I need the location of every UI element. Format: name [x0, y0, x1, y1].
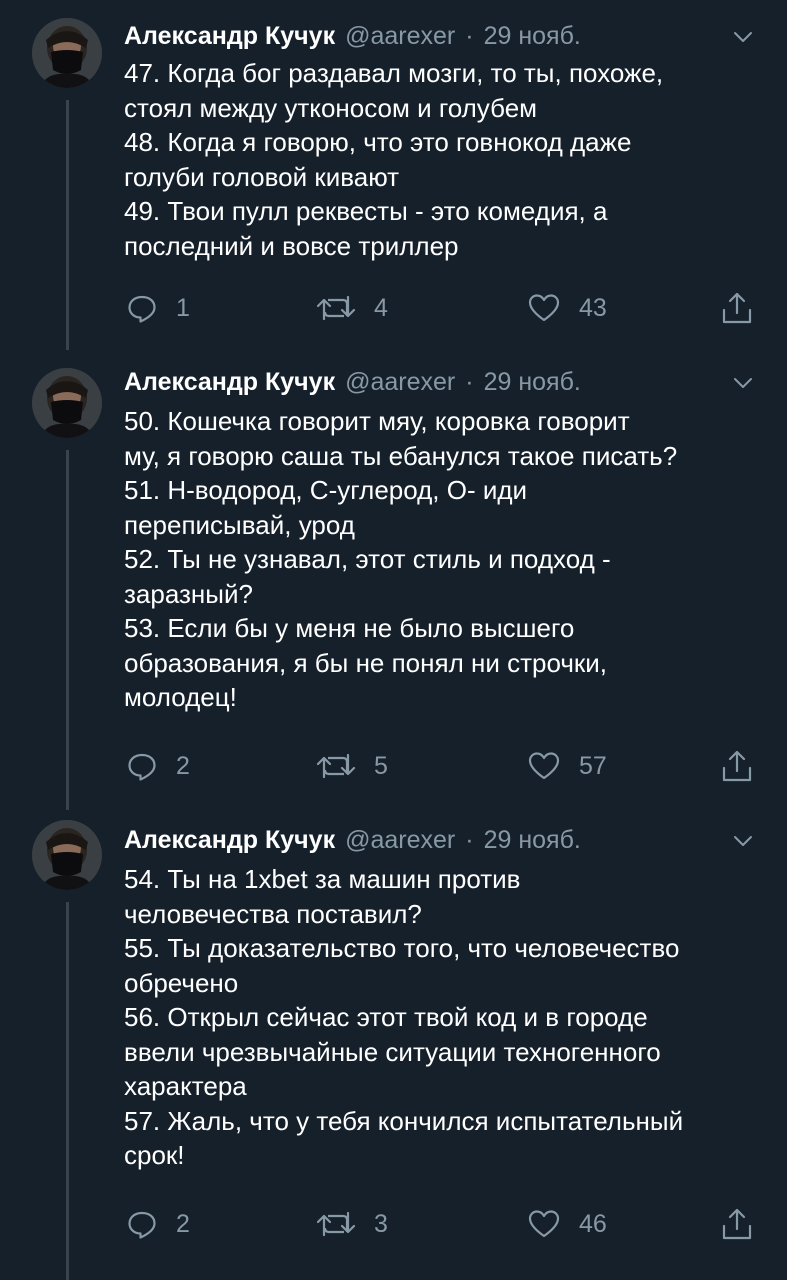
author-name[interactable]: Александр Кучук [124, 22, 335, 51]
tweet-text-line: 50. Кошечка говорит мяу, коровка говорит [124, 406, 630, 436]
tweet-actions: 2 5 57 [124, 746, 764, 786]
heart-icon [528, 1210, 560, 1238]
author-name[interactable]: Александр Кучук [124, 368, 335, 397]
reply-button[interactable]: 2 [126, 746, 190, 786]
share-button[interactable] [720, 1204, 754, 1244]
retweet-button[interactable]: 4 [316, 288, 388, 328]
reply-count: 2 [176, 751, 190, 780]
like-count: 57 [579, 751, 607, 780]
thread-line [66, 902, 69, 1280]
reply-button[interactable]: 2 [126, 1204, 190, 1244]
tweet-text-line: 56. Открыл сейчас этот твой код и в горо… [124, 1002, 648, 1032]
tweet-text: 50. Кошечка говорит мяу, коровка говорит… [124, 404, 764, 715]
author-name[interactable]: Александр Кучук [124, 826, 335, 855]
tweet-text-line: переписывай, урод [124, 509, 355, 540]
reply-icon [128, 1211, 156, 1239]
like-button[interactable]: 43 [527, 288, 607, 328]
tweet-text-line: обречено [124, 967, 239, 998]
separator-dot: · [465, 21, 474, 50]
retweet-icon [316, 753, 356, 779]
share-icon [722, 750, 752, 782]
tweet-text-line: 48. Когда я говорю, что это говнокод даж… [124, 127, 632, 157]
avatar[interactable] [32, 368, 102, 438]
tweet-header: Александр Кучук @aarexer · 29 нояб. [124, 18, 581, 54]
chevron-down-icon[interactable] [730, 370, 756, 396]
tweet-text-line: заразный? [124, 578, 253, 609]
separator-dot: · [465, 825, 474, 854]
tweet-text-line: му, я говорю саша ты ебанулся такое писа… [124, 440, 678, 471]
tweet-actions: 1 4 43 [124, 288, 764, 328]
tweet-text-line: молодец! [124, 682, 237, 712]
like-count: 43 [579, 293, 607, 322]
like-count: 46 [579, 1209, 607, 1238]
chevron-down-icon[interactable] [730, 828, 756, 854]
reply-count: 2 [176, 1209, 190, 1238]
tweet-header: Александр Кучук @aarexer · 29 нояб. [124, 364, 581, 400]
retweet-icon [316, 295, 356, 321]
tweet-text-line: характера [124, 1071, 247, 1101]
tweet-text: 47. Когда бог раздавал мозги, то ты, пох… [124, 56, 764, 263]
author-handle[interactable]: @aarexer [345, 826, 455, 855]
tweet-header: Александр Кучук @aarexer · 29 нояб. [124, 822, 581, 858]
retweet-count: 3 [374, 1209, 388, 1238]
heart-icon [528, 294, 560, 322]
share-icon [722, 1208, 752, 1240]
tweet-date[interactable]: 29 нояб. [484, 368, 581, 397]
retweet-count: 4 [374, 293, 388, 322]
reply-count: 1 [176, 293, 190, 322]
tweet-text-line: 47. Когда бог раздавал мозги, то ты, пох… [124, 58, 664, 88]
tweet-text-line: 51. Н-водород, С-углерод, О- иди [124, 475, 528, 505]
avatar[interactable] [32, 18, 102, 88]
chevron-down-icon[interactable] [730, 24, 756, 50]
share-icon [722, 292, 752, 324]
reply-icon [128, 753, 156, 781]
tweet-text-line: ввели чрезвычайные ситуации техногенного [124, 1036, 661, 1067]
reply-icon [128, 295, 156, 323]
author-handle[interactable]: @aarexer [345, 22, 455, 51]
tweet-text-line: последний и вовсе триллер [124, 230, 459, 261]
like-button[interactable]: 46 [527, 1204, 607, 1244]
tweet-date[interactable]: 29 нояб. [484, 826, 581, 855]
tweet-text-line: стоял между утконосом и голубем [124, 92, 538, 123]
tweet-actions: 2 3 46 [124, 1204, 764, 1244]
heart-icon [528, 752, 560, 780]
share-button[interactable] [720, 746, 754, 786]
thread-line [66, 100, 69, 350]
tweet-text-line: 57. Жаль, что у тебя кончился испытатель… [124, 1105, 684, 1136]
tweet-text-line: 54. Ты на 1xbet за машин против [124, 864, 521, 894]
tweet-text-line: 49. Твои пулл реквесты - это комедия, а [124, 196, 608, 226]
separator-dot: · [465, 367, 474, 396]
retweet-button[interactable]: 5 [316, 746, 388, 786]
tweet-text: 54. Ты на 1xbet за машин против человече… [124, 862, 764, 1173]
tweet-text-line: образования, я бы не понял ни строчки, [124, 647, 608, 678]
like-button[interactable]: 57 [527, 746, 607, 786]
thread-line [66, 450, 69, 810]
tweet-text-line: срок! [124, 1140, 185, 1170]
tweet-text-line: голуби головой кивают [124, 161, 400, 192]
author-handle[interactable]: @aarexer [345, 368, 455, 397]
tweet-text-line: 55. Ты доказательство того, что человече… [124, 933, 680, 963]
retweet-icon [316, 1211, 356, 1237]
tweet-text-line: человечества поставил? [124, 898, 422, 929]
retweet-count: 5 [374, 751, 388, 780]
reply-button[interactable]: 1 [126, 288, 190, 328]
retweet-button[interactable]: 3 [316, 1204, 388, 1244]
tweet-text-line: 52. Ты не узнавал, этот стиль и подход - [124, 544, 611, 574]
share-button[interactable] [720, 288, 754, 328]
tweet-text-line: 53. Если бы у меня не было высшего [124, 613, 575, 643]
tweet-date[interactable]: 29 нояб. [484, 22, 581, 51]
avatar[interactable] [32, 820, 102, 890]
